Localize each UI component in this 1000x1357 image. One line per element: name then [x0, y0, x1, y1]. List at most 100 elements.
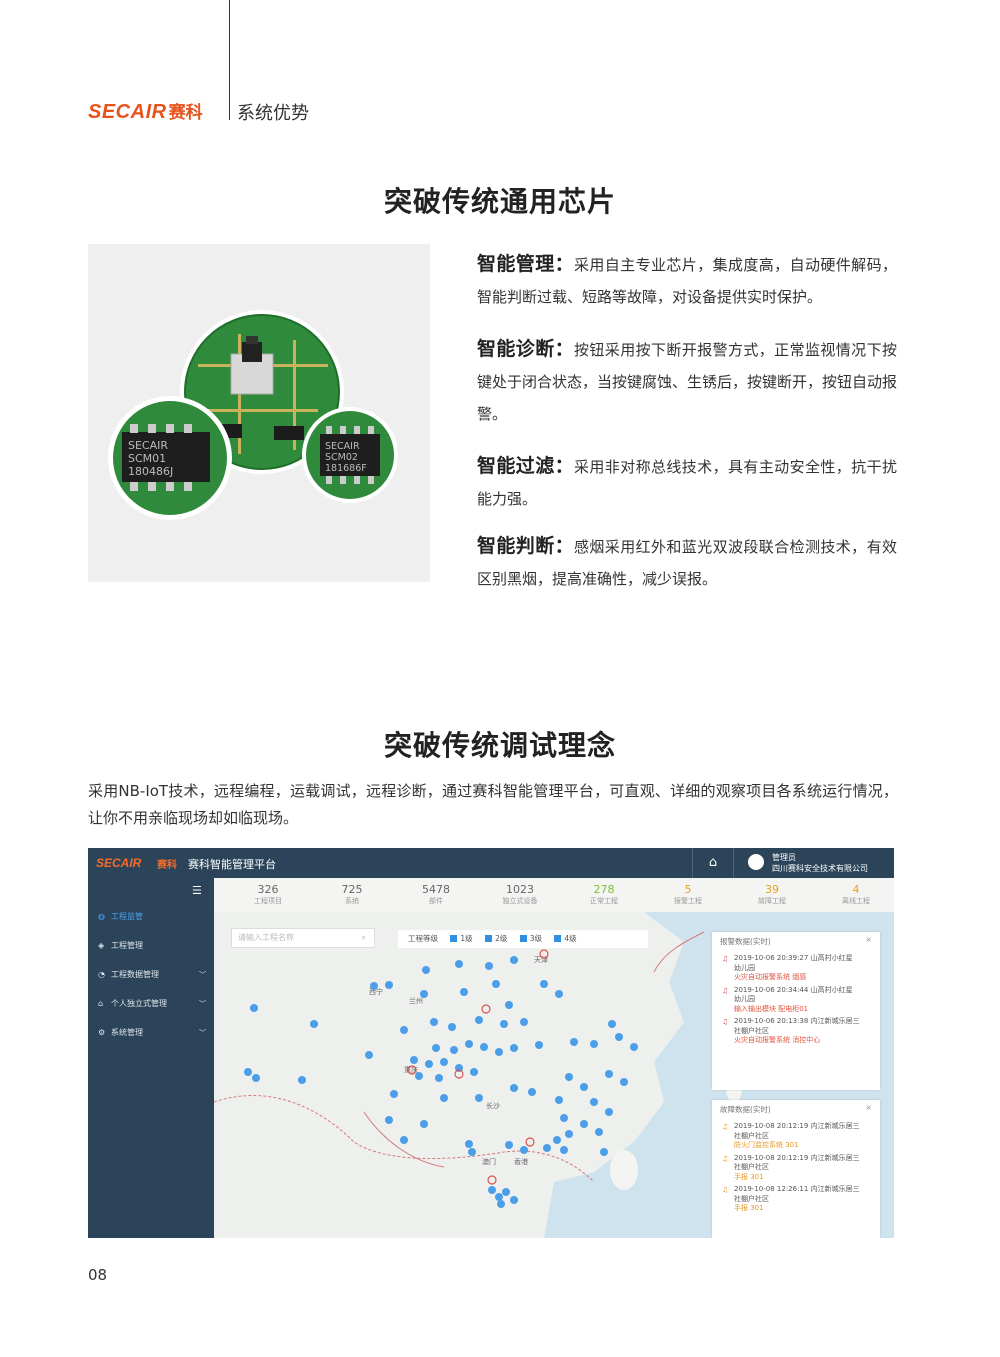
search-icon[interactable]: ⌕	[362, 929, 366, 947]
alarm-item[interactable]: ♫ 2019-10-06 20:39:27 山高村小红星 幼儿园 火灾自动报警系统 …	[712, 954, 880, 983]
stat-label: 系统	[345, 897, 359, 905]
stat-value: 4	[852, 883, 860, 896]
chip2-code: 181686F	[325, 463, 367, 474]
sidebar-item-label: 工程监管	[111, 912, 143, 921]
user-avatar-icon[interactable]	[748, 854, 764, 870]
chip2-model: SCM02	[325, 452, 358, 463]
home-icon[interactable]: ⌂	[692, 848, 734, 878]
logo-text-cn: 赛科	[168, 103, 203, 123]
fault-item[interactable]: ♫ 2019-10-08 20:12:19 内江新城乐居三 社棚户社区 手报 301	[712, 1154, 880, 1183]
stat-fault[interactable]: 39 故障工程	[732, 884, 812, 906]
stat-value: 5478	[422, 883, 450, 896]
sidebar-item-personal-manage[interactable]: ⌂ 个人独立式管理 ﹀	[98, 995, 214, 1013]
sidebar-item-label: 系统管理	[111, 1028, 143, 1037]
fault-panel: 故障数据(实时) × ♫ 2019-10-08 20:12:19 内江新城乐居三…	[712, 1100, 880, 1238]
brand-logo: SECAIR 赛科	[88, 98, 203, 124]
fault-item[interactable]: ♫ 2019-10-08 12:26:11 内江新城乐居三 社棚户社区 手报 301	[712, 1185, 880, 1214]
feature-management: 智能管理：采用自主专业芯片，集成度高，自动硬件解码，智能判断过载、短路等故障，对…	[477, 248, 897, 313]
alarm-item[interactable]: ♫ 2019-10-06 20:34:44 山高村小红星 幼儿园 输入输出模块 配电…	[712, 986, 880, 1015]
stat-value: 1023	[506, 883, 534, 896]
stat-normal[interactable]: 278 正常工程	[564, 884, 644, 906]
chip1-brand: SECAIR	[128, 439, 168, 452]
bell-icon: ♫	[722, 986, 729, 995]
feature-judgement: 智能判断：感烟采用红外和蓝光双波段联合检测技术，有效区别黑烟，提高准确性，减少误…	[477, 530, 897, 595]
globe-icon: ◍	[98, 912, 105, 921]
fault-panel-title: 故障数据(实时)	[720, 1105, 771, 1114]
platform-topbar: SECAIR 赛科 赛科智能管理平台 ⌂ 管理员 四川赛科安全技术有限公司	[88, 848, 894, 878]
map-label-changsha: 长沙	[486, 1101, 500, 1110]
chip1-code: 180486J	[128, 465, 173, 478]
user-role: 管理员	[772, 853, 796, 862]
stat-label: 报警工程	[674, 897, 702, 905]
chip-illustration: SECAIR SCM01 180486J SECAIR SCM02 181686…	[108, 310, 398, 520]
stat-value: 326	[257, 883, 279, 896]
level-4-checkbox[interactable]: 4级	[554, 930, 577, 948]
platform-screenshot: SECAIR 赛科 赛科智能管理平台 ⌂ 管理员 四川赛科安全技术有限公司 ☰ …	[88, 848, 894, 1238]
chip-image: SECAIR SCM01 180486J SECAIR SCM02 181686…	[88, 244, 430, 582]
wrench-icon: ♫	[722, 1186, 729, 1194]
section2-title: 突破传统调试理念	[383, 729, 616, 762]
sidebar-item-system-manage[interactable]: ⚙ 系统管理 ﹀	[98, 1024, 214, 1042]
stat-offline[interactable]: 4 离线工程	[816, 884, 894, 906]
bell-icon: ♫	[722, 955, 729, 963]
platform-sidebar: ☰ ◍ 工程监管 ◈ 工程管理 ◔ 工程数据管理 ﹀ ⌂ 个人独立式管理 ﹀ ⚙ 系统管理 ﹀	[88, 878, 214, 1238]
feature-title: 智能过滤：	[477, 455, 574, 477]
alarm-panel-title: 报警数据(实时)	[720, 937, 771, 946]
alarm-panel: 报警数据(实时) × ♫ 2019-10-06 20:39:27 山高村小红星幼…	[712, 932, 880, 1090]
level-2-checkbox[interactable]: 2级	[485, 930, 507, 948]
stat-label: 离线工程	[842, 897, 870, 905]
chevron-down-icon: ﹀	[199, 1000, 206, 1008]
stat-value: 5	[684, 883, 692, 896]
sidebar-item-project-manage[interactable]: ◈ 工程管理	[98, 937, 214, 955]
platform-logo-cn: 赛科	[157, 860, 177, 871]
project-search-input[interactable]: 请输入工程名称 ⌕	[231, 928, 375, 948]
stat-value: 39	[765, 883, 779, 896]
chart-icon: ◔	[98, 970, 105, 979]
map-label-lanzhou: 兰州	[409, 996, 423, 1005]
section-label: 系统优势	[237, 103, 309, 124]
page-number: 08	[88, 1266, 108, 1284]
sidebar-item-data-manage[interactable]: ◔ 工程数据管理 ﹀	[98, 966, 214, 984]
level-1-checkbox[interactable]: 1级	[450, 930, 473, 948]
section2-paragraph: 采用NB-IoT技术，远程编程，运载调试，远程诊断，通过赛科智能管理平台，可直观…	[88, 782, 898, 827]
feature-title: 智能诊断：	[477, 338, 574, 360]
level-3-checkbox[interactable]: 3级	[519, 930, 542, 948]
stat-label: 部件	[429, 897, 443, 905]
level-filter: 工程等级 1级 2级 3级 4级	[398, 930, 648, 948]
sidebar-item-label: 工程数据管理	[111, 970, 159, 979]
checkbox-icon	[450, 935, 458, 942]
stat-parts[interactable]: 5478 部件	[396, 884, 476, 906]
level-filter-label: 工程等级	[408, 934, 438, 943]
feature-title: 智能管理：	[477, 253, 574, 275]
chip2-brand: SECAIR	[325, 441, 360, 452]
house-icon: ⌂	[98, 999, 104, 1008]
close-icon[interactable]: ×	[865, 935, 872, 944]
close-icon[interactable]: ×	[865, 1103, 872, 1112]
sidebar-item-label: 工程管理	[111, 941, 143, 950]
chip1-model: SCM01	[128, 452, 166, 465]
platform-title: 赛科智能管理平台	[188, 858, 276, 871]
search-placeholder: 请输入工程名称	[238, 933, 294, 942]
chevron-down-icon: ﹀	[199, 1029, 206, 1037]
checkbox-icon	[485, 935, 493, 942]
map-label-hongkong: 香港	[514, 1157, 528, 1166]
stat-projects[interactable]: 326 工程项目	[228, 884, 308, 906]
bell-icon: ♫	[722, 1018, 729, 1026]
menu-toggle-icon[interactable]: ☰	[192, 884, 202, 897]
feature-title: 智能判断：	[477, 535, 574, 557]
alarm-item[interactable]: ♫ 2019-10-06 20:13:38 内江新城乐居三 社棚户社区 火灾自动报警…	[712, 1017, 880, 1046]
platform-logo-en: SECAIR	[96, 856, 142, 870]
stat-label: 正常工程	[590, 897, 618, 905]
stat-value: 725	[341, 883, 363, 896]
sidebar-item-label: 个人独立式管理	[111, 999, 167, 1008]
stat-systems[interactable]: 725 系统	[312, 884, 392, 906]
gear-icon: ⚙	[98, 1028, 106, 1037]
fault-item[interactable]: ♫ 2019-10-08 20:12:19 内江新城乐居三 社棚户社区 防火门监控系…	[712, 1122, 880, 1151]
logo-text-en: SECAIR	[88, 101, 167, 123]
stat-alarm[interactable]: 5 报警工程	[648, 884, 728, 906]
sidebar-item-project-monitor[interactable]: ◍ 工程监管	[98, 908, 214, 926]
feature-filtering: 智能过滤：采用非对称总线技术，具有主动安全性，抗干扰能力强。	[477, 450, 897, 515]
wrench-icon: ♫	[722, 1123, 729, 1131]
stat-standalone[interactable]: 1023 独立式设备	[480, 884, 560, 906]
wrench-icon: ♫	[722, 1154, 729, 1163]
